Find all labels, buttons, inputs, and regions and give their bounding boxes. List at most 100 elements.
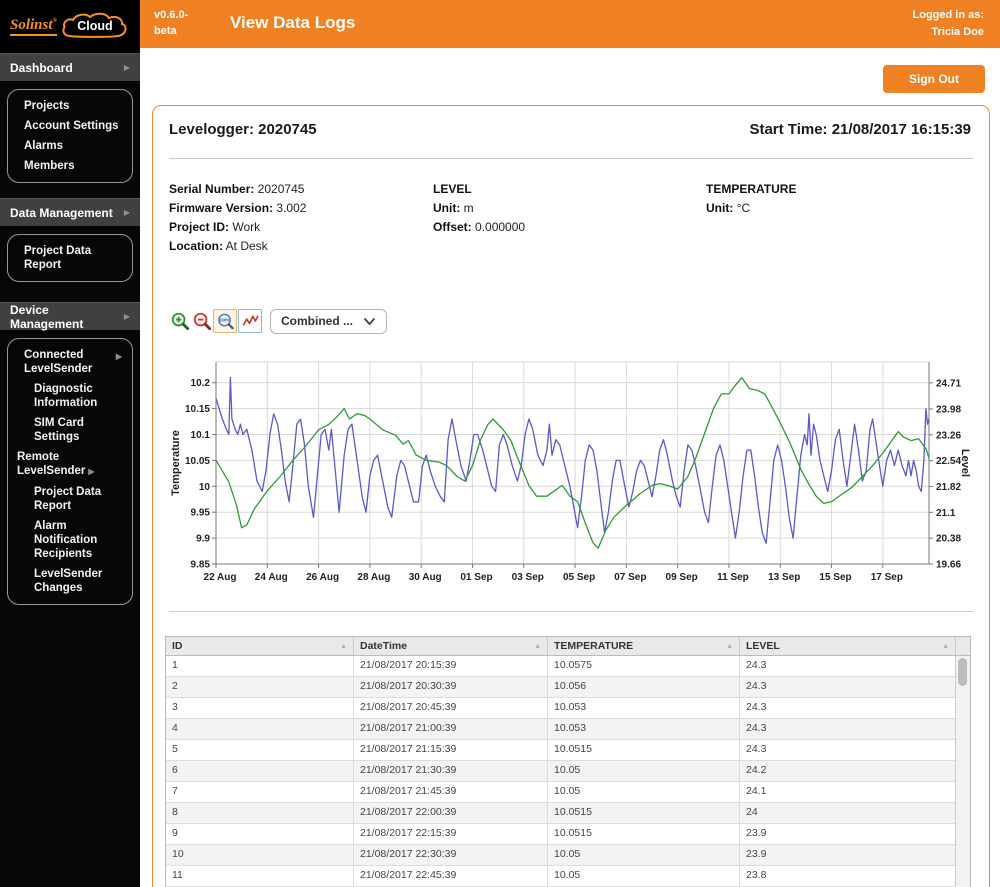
- solinst-logo-text: Solinst®: [9, 17, 57, 36]
- sidebar-item-account-settings[interactable]: Account Settings: [8, 116, 132, 136]
- svg-text:21.1: 21.1: [936, 508, 956, 519]
- sidebar-section-data-management[interactable]: Data Management ▶: [0, 198, 140, 226]
- device-management-submenu: Connected LevelSender ▶ Diagnostic Infor…: [7, 338, 133, 605]
- table-cell: 21/08/2017 21:15:39: [354, 740, 548, 760]
- scrollbar-thumb[interactable]: [958, 658, 967, 686]
- table-cell: 21/08/2017 22:15:39: [354, 824, 548, 844]
- header-scrollbar-spacer: [956, 637, 968, 655]
- table-cell: 10.053: [548, 719, 740, 739]
- combined-line-chart[interactable]: 9.85 9.9 9.95 10 10.05 10.1 10.15 10.2 19.66 20.3…: [169, 346, 973, 598]
- table-cell: 10.056: [548, 677, 740, 697]
- sidebar-item-projects[interactable]: Projects: [8, 96, 132, 116]
- svg-text:22 Aug: 22 Aug: [204, 572, 237, 583]
- line-chart-type-icon[interactable]: [238, 309, 262, 333]
- zoom-in-icon[interactable]: [169, 310, 191, 332]
- table-row: 8 21/08/2017 22:00:39 10.0515 24: [166, 803, 970, 824]
- sidebar-item-alarm-notification-recipients[interactable]: Alarm Notification Recipients: [8, 516, 132, 564]
- registered-mark: ®: [52, 17, 57, 24]
- svg-text:10: 10: [199, 482, 211, 493]
- table-cell: 24.3: [740, 719, 956, 739]
- svg-text:13 Sep: 13 Sep: [768, 572, 800, 583]
- sidebar-item-members[interactable]: Members: [8, 156, 132, 176]
- chevron-right-icon: ▶: [123, 312, 130, 321]
- table-body: 1 21/08/2017 20:15:39 10.0575 24.3 2 21/08/20…: [166, 656, 970, 887]
- svg-text:9.85: 9.85: [191, 560, 211, 571]
- table-row: 11 21/08/2017 22:45:39 10.05 23.8: [166, 866, 970, 887]
- svg-text:05 Sep: 05 Sep: [563, 572, 595, 583]
- chart-toolbar: 100% Combined ...: [169, 308, 387, 334]
- table-row: 10 21/08/2017 22:30:39 10.05 23.9: [166, 845, 970, 866]
- table-cell: 10.05: [548, 866, 740, 886]
- zoom-reset-100-icon[interactable]: 100%: [213, 309, 237, 333]
- page: Solinst® Cloud Dashboard ▶ Projects Acco…: [0, 0, 1000, 887]
- table-cell: 7: [166, 782, 354, 802]
- sign-out-button[interactable]: Sign Out: [883, 65, 985, 93]
- divider: [169, 611, 973, 612]
- table-row: 7 21/08/2017 21:45:39 10.05 24.1: [166, 782, 970, 803]
- page-title: View Data Logs: [230, 13, 356, 32]
- svg-text:11 Sep: 11 Sep: [717, 572, 749, 583]
- table-cell: 24.3: [740, 698, 956, 718]
- svg-text:10.2: 10.2: [191, 378, 211, 389]
- sort-asc-icon: ▲: [942, 642, 949, 650]
- divider: [169, 158, 973, 159]
- table-cell: 4: [166, 719, 354, 739]
- table-cell: 21/08/2017 22:00:39: [354, 803, 548, 823]
- svg-text:23.98: 23.98: [936, 405, 961, 416]
- svg-text:24 Aug: 24 Aug: [255, 572, 288, 583]
- table-cell: 3: [166, 698, 354, 718]
- table-row: 6 21/08/2017 21:30:39 10.05 24.2: [166, 761, 970, 782]
- table-cell: 23.8: [740, 866, 956, 886]
- sort-asc-icon: ▲: [340, 642, 347, 650]
- sidebar-item-remote-levelsender[interactable]: Remote LevelSender ▶: [8, 447, 132, 482]
- top-header-bar: v0.6.0- beta View Data Logs Logged in as…: [140, 0, 1000, 48]
- table-cell: 10.05: [548, 845, 740, 865]
- column-header-id[interactable]: ID ▲: [166, 637, 354, 655]
- svg-text:28 Aug: 28 Aug: [357, 572, 390, 583]
- column-header-datetime[interactable]: DateTime ▲: [354, 637, 548, 655]
- cloud-logo-label: Cloud: [77, 18, 113, 33]
- table-header-row: ID ▲ DateTime ▲ TEMPERATURE ▲ LEVEL ▲: [166, 637, 970, 656]
- sidebar-section-device-management[interactable]: Device Management ▶: [0, 302, 140, 331]
- table-row: 3 21/08/2017 20:45:39 10.053 24.3: [166, 698, 970, 719]
- table-cell: 5: [166, 740, 354, 760]
- sidebar: Solinst® Cloud Dashboard ▶ Projects Acco…: [0, 0, 140, 887]
- sidebar-item-levelsender-changes[interactable]: LevelSender Changes: [8, 564, 132, 598]
- table-cell: 23.9: [740, 845, 956, 865]
- column-header-level[interactable]: LEVEL ▲: [740, 637, 956, 655]
- sidebar-item-remote-project-data-report[interactable]: Project Data Report: [8, 482, 132, 516]
- svg-text:21.82: 21.82: [936, 482, 961, 493]
- table-cell: 10.05: [548, 782, 740, 802]
- sidebar-item-connected-levelsender[interactable]: Connected LevelSender ▶: [8, 345, 132, 379]
- chart-mode-dropdown[interactable]: Combined ...: [270, 308, 387, 334]
- table-cell: 24.3: [740, 677, 956, 697]
- temperature-info-column: TEMPERATURE Unit: °C: [706, 182, 797, 215]
- logged-in-user: Logged in as: Tricia Doe: [912, 9, 985, 38]
- svg-text:Temperature: Temperature: [170, 430, 182, 496]
- table-cell: 21/08/2017 21:45:39: [354, 782, 548, 802]
- table-cell: 24: [740, 803, 956, 823]
- svg-text:100%: 100%: [218, 317, 229, 322]
- sidebar-item-diagnostic-information[interactable]: Diagnostic Information: [8, 379, 132, 413]
- svg-text:Level: Level: [959, 449, 971, 477]
- table-vertical-scrollbar[interactable]: [955, 656, 970, 887]
- sidebar-item-project-data-report[interactable]: Project Data Report: [8, 241, 132, 275]
- column-header-temperature[interactable]: TEMPERATURE ▲: [548, 637, 740, 655]
- sidebar-item-alarms[interactable]: Alarms: [8, 136, 132, 156]
- sidebar-item-sim-card-settings[interactable]: SIM Card Settings: [8, 413, 132, 447]
- table-row: 2 21/08/2017 20:30:39 10.056 24.3: [166, 677, 970, 698]
- table-row: 5 21/08/2017 21:15:39 10.0515 24.3: [166, 740, 970, 761]
- solinst-cloud-logo: Solinst® Cloud: [0, 0, 140, 53]
- table-cell: 10.0515: [548, 824, 740, 844]
- table-cell: 2: [166, 677, 354, 697]
- sidebar-section-dashboard[interactable]: Dashboard ▶: [0, 53, 140, 81]
- device-data-panel: Levelogger: 2020745 Start Time: 21/08/20…: [152, 105, 990, 887]
- svg-text:10.1: 10.1: [191, 430, 211, 441]
- chart-mode-selected: Combined ...: [281, 314, 353, 328]
- svg-text:22.54: 22.54: [936, 456, 961, 467]
- zoom-out-icon[interactable]: [191, 310, 213, 332]
- table-cell: 24.3: [740, 656, 956, 676]
- table-cell: 21/08/2017 21:30:39: [354, 761, 548, 781]
- svg-text:09 Sep: 09 Sep: [666, 572, 698, 583]
- table-cell: 10.0515: [548, 740, 740, 760]
